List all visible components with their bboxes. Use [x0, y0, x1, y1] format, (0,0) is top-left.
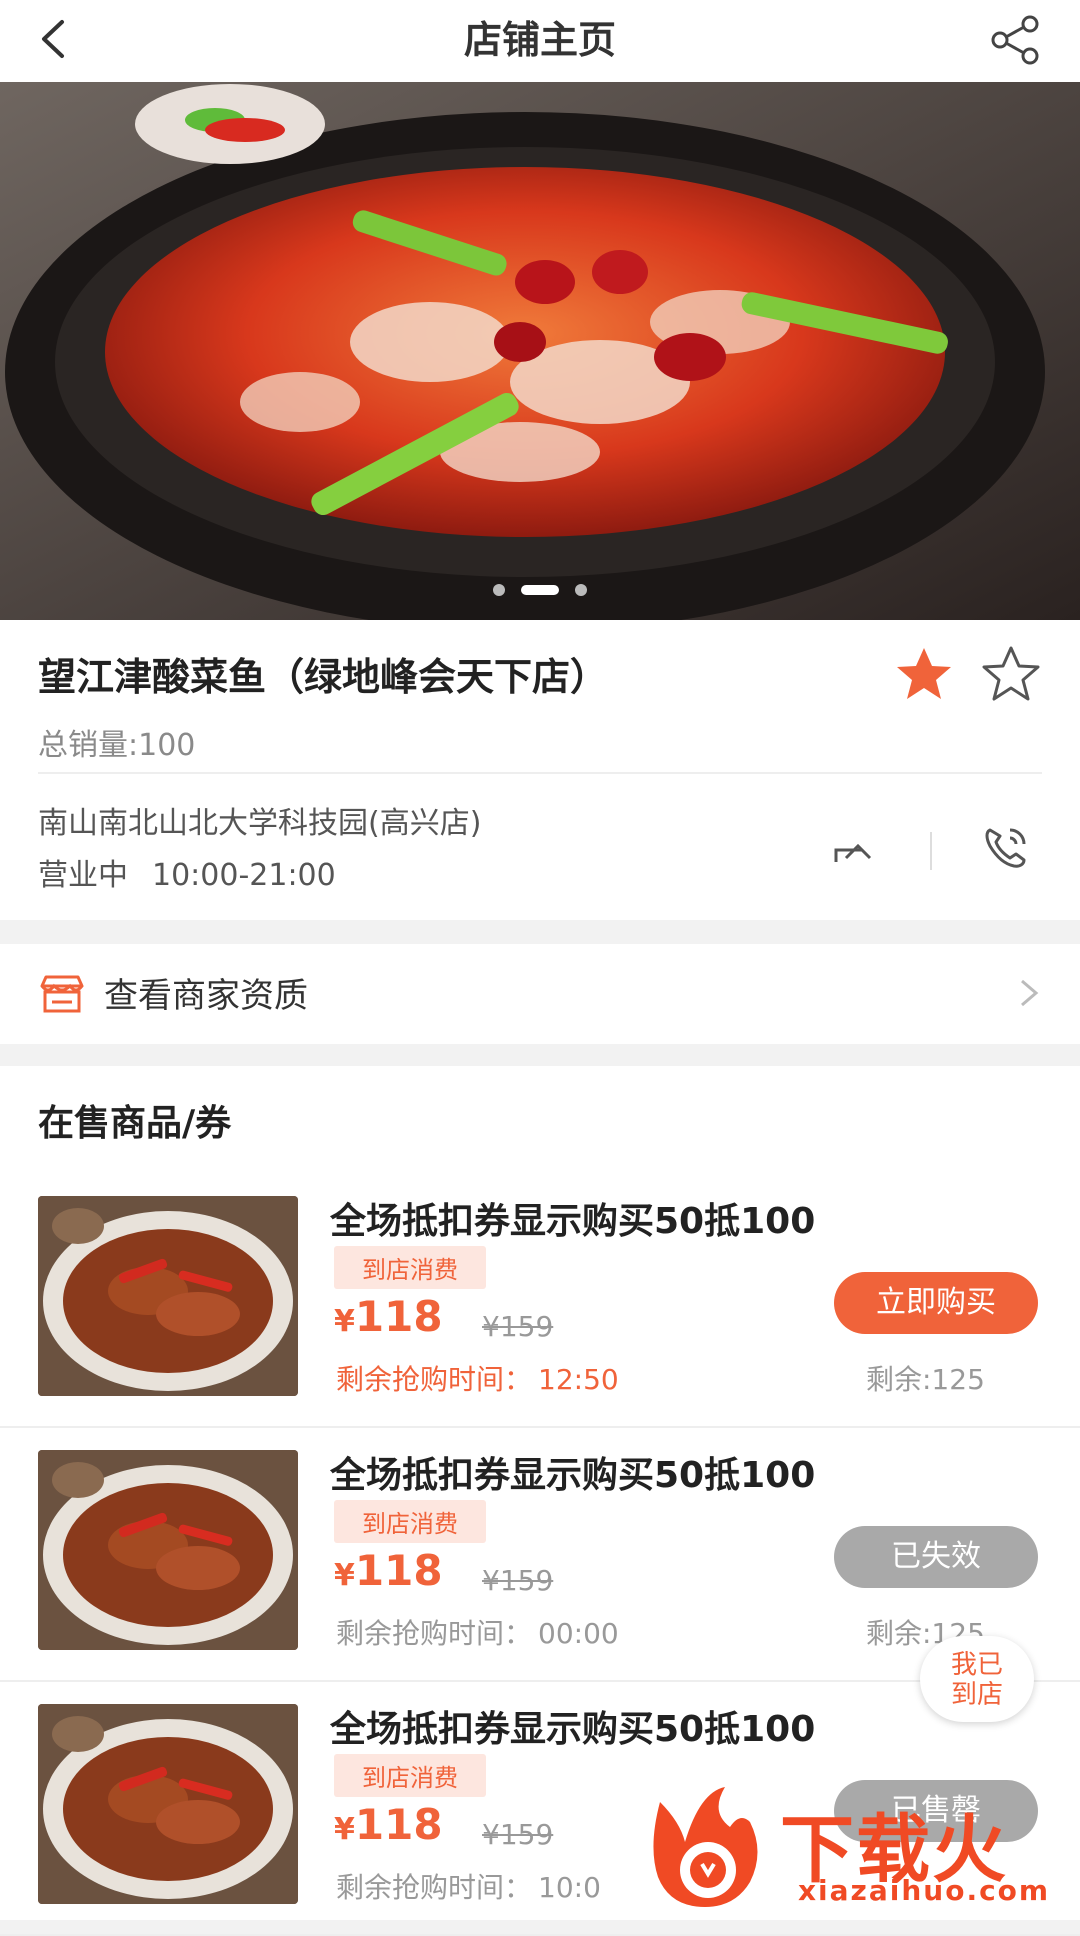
banner-image: [0, 82, 1080, 620]
store-icon: [40, 975, 84, 1013]
price-symbol: ¥: [334, 1812, 355, 1847]
product-name: 全场抵扣券显示购买50抵100: [330, 1201, 816, 1242]
arrived-at-store-button[interactable]: 我已 到店: [920, 1636, 1034, 1722]
arrived-line-1: 我已: [950, 1650, 1003, 1680]
flame-logo-icon: [653, 1787, 758, 1907]
shop-address: 南山南北山北大学科技园(高兴店): [38, 806, 482, 841]
product-item[interactable]: 全场抵扣券显示购买50抵100 到店消费 ¥118 ¥159 剩余抢购时间： 12…: [0, 1172, 1080, 1428]
arrived-line-2: 到店: [950, 1680, 1003, 1710]
watermark-url: xiazaihuo.com: [798, 1874, 1051, 1907]
expired-button[interactable]: 已失效: [834, 1526, 1038, 1588]
page-title: 店铺主页: [463, 18, 616, 62]
countdown: 剩余抢购时间： 12:50: [336, 1358, 619, 1398]
navigate-icon[interactable]: [828, 822, 878, 872]
carousel-dot-active[interactable]: [521, 584, 559, 595]
countdown: 剩余抢购时间： 00:00: [336, 1612, 619, 1652]
countdown-value: 10:0: [538, 1871, 601, 1904]
sale-price: ¥118: [334, 1546, 443, 1595]
remaining-stock: 剩余:125: [866, 1363, 985, 1396]
product-thumbnail: [38, 1196, 298, 1396]
price-value: 118: [354, 1800, 443, 1849]
original-price: ¥159: [482, 1818, 554, 1851]
consumption-tag: 到店消费: [334, 1500, 486, 1543]
chevron-right-icon: [1021, 979, 1039, 1007]
countdown-label: 剩余抢购时间：: [336, 1617, 533, 1650]
product-thumbnail: [38, 1450, 298, 1650]
price-value: 118: [354, 1546, 443, 1595]
product-thumbnail: [38, 1704, 298, 1904]
business-status: 营业中: [38, 858, 128, 893]
watermark: 下载火 xiazaihuo.com: [640, 1782, 1070, 1912]
product-item[interactable]: 全场抵扣券显示购买50抵100 到店消费 ¥118 ¥159 剩余抢购时间： 00…: [0, 1426, 1080, 1682]
total-sales: 总销量:100: [38, 728, 196, 763]
section-title: 在售商品/券: [38, 1103, 232, 1144]
divider: [930, 832, 932, 870]
top-bar: 店铺主页: [0, 0, 1080, 82]
countdown-value: 12:50: [538, 1363, 619, 1396]
favorite-outline-icon[interactable]: [980, 644, 1042, 702]
price-symbol: ¥: [334, 1558, 355, 1593]
divider: [38, 772, 1042, 774]
phone-icon[interactable]: [980, 822, 1034, 872]
price-value: 118: [354, 1292, 443, 1341]
merchant-qualification-row[interactable]: 查看商家资质: [0, 944, 1080, 1044]
business-hours: 营业中 10:00-21:00: [38, 850, 336, 894]
consumption-tag: 到店消费: [334, 1246, 486, 1289]
original-price: ¥159: [482, 1310, 554, 1343]
sale-price: ¥118: [334, 1292, 443, 1341]
shop-name: 望江津酸菜鱼（绿地峰会天下店）: [38, 655, 609, 699]
carousel-dot[interactable]: [575, 583, 587, 596]
product-name: 全场抵扣券显示购买50抵100: [330, 1709, 816, 1750]
countdown-label: 剩余抢购时间：: [336, 1871, 533, 1904]
consumption-tag: 到店消费: [334, 1754, 486, 1797]
buy-now-button[interactable]: 立即购买: [834, 1272, 1038, 1334]
carousel-indicator: [0, 579, 1080, 598]
price-symbol: ¥: [334, 1304, 355, 1339]
countdown-label: 剩余抢购时间：: [336, 1363, 533, 1396]
hours-range: 10:00-21:00: [152, 858, 336, 893]
favorite-filled-icon[interactable]: [893, 644, 955, 702]
carousel-dot[interactable]: [493, 583, 505, 596]
countdown: 剩余抢购时间： 10:0: [336, 1866, 601, 1906]
share-icon[interactable]: [988, 12, 1044, 68]
countdown-value: 00:00: [538, 1617, 619, 1650]
sale-price: ¥118: [334, 1800, 443, 1849]
banner-carousel[interactable]: [0, 82, 1080, 620]
qualification-label: 查看商家资质: [104, 976, 308, 1016]
original-price: ¥159: [482, 1564, 554, 1597]
product-name: 全场抵扣券显示购买50抵100: [330, 1455, 816, 1496]
